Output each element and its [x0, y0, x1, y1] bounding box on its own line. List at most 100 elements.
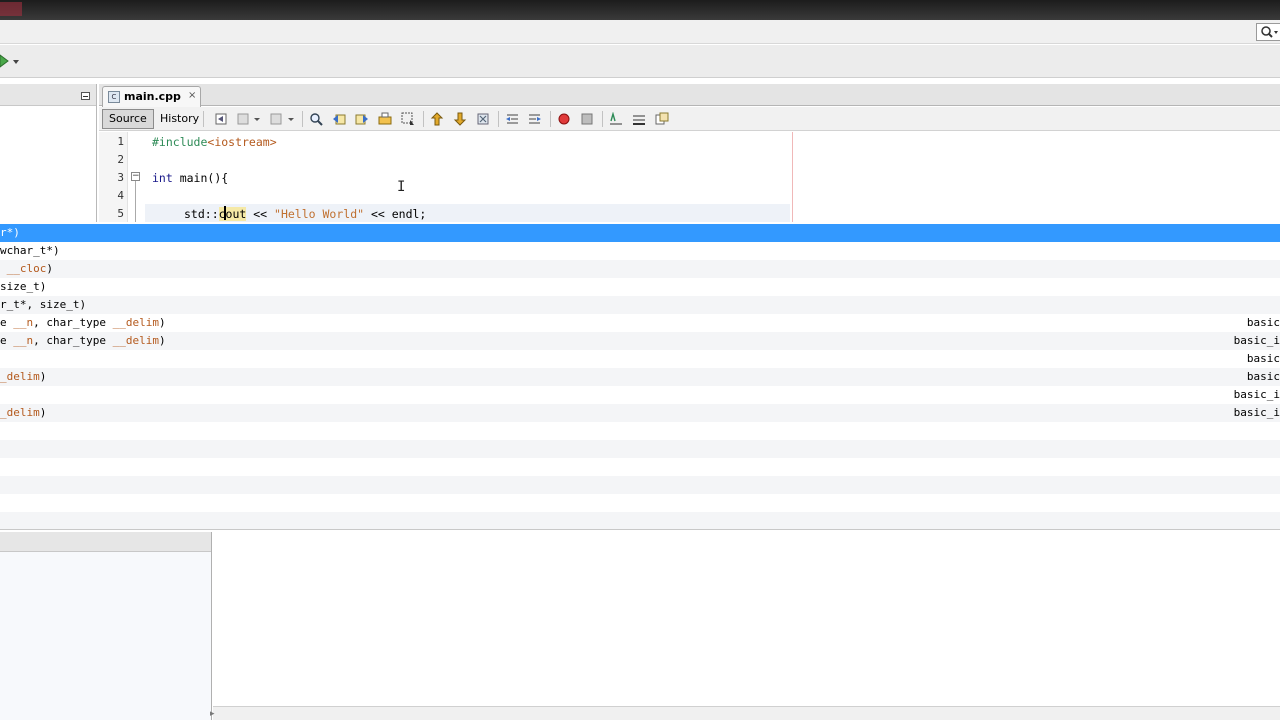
- quick-search-box[interactable]: [1256, 23, 1280, 41]
- signature-text: ): [46, 262, 53, 275]
- completion-item-empty: [0, 476, 1280, 494]
- completion-item-empty: [0, 440, 1280, 458]
- parameter-name: __n: [13, 316, 34, 329]
- signature-text: e: [0, 316, 14, 329]
- toolbar-separator: [302, 111, 303, 127]
- completion-signature: r*): [0, 226, 20, 239]
- navigator-panel-header: [0, 532, 211, 552]
- toolbar-separator: [498, 111, 499, 127]
- completion-item[interactable]: r_t*, size_t): [0, 296, 1280, 314]
- completion-item[interactable]: wchar_t*): [0, 242, 1280, 260]
- completion-signature: r_t*, size_t): [0, 298, 87, 311]
- forward-dropdown-icon[interactable]: [287, 112, 295, 126]
- shift-line-left-icon[interactable]: [505, 112, 519, 126]
- navigator-panel: [0, 532, 212, 720]
- completion-return-type: basic: [1246, 370, 1280, 383]
- completion-item[interactable]: size_t): [0, 278, 1280, 296]
- completion-item[interactable]: e __n, char_type __delim) basic: [0, 314, 1280, 332]
- forward-icon[interactable]: [270, 112, 284, 126]
- status-bar: [213, 706, 1280, 720]
- parameter-name: __n: [13, 334, 34, 347]
- signature-text: ): [158, 334, 166, 347]
- close-tab-icon[interactable]: ×: [188, 90, 196, 101]
- parameter-name: __cloc: [6, 262, 47, 275]
- back-dropdown-icon[interactable]: [253, 112, 261, 126]
- signature-text: ): [39, 406, 47, 419]
- find-previous-icon[interactable]: [332, 112, 346, 126]
- code-completion-popup[interactable]: r*) wchar_t*) __cloc) size_t) r_t*, size…: [0, 224, 1280, 530]
- toggle-highlight-icon[interactable]: [378, 112, 392, 126]
- diff-icon[interactable]: [655, 112, 669, 126]
- search-icon: [1261, 26, 1278, 38]
- completion-return-type: basic_i: [1233, 406, 1280, 419]
- line-number: 2: [117, 153, 124, 166]
- parameter-name: _delim: [0, 370, 40, 383]
- toolbar-separator: [203, 111, 204, 127]
- cpp-file-icon: C: [108, 91, 120, 103]
- keyword-int: int: [152, 171, 173, 185]
- line-number-gutter: 1 2 3 4 5: [99, 132, 128, 222]
- completion-signature: e __n, char_type __delim): [0, 316, 166, 329]
- last-edit-icon[interactable]: [215, 112, 229, 126]
- toolbar-separator: [602, 111, 603, 127]
- history-view-button[interactable]: History: [153, 109, 206, 129]
- string-literal: "Hello World": [274, 207, 365, 221]
- completion-item[interactable]: basic: [0, 350, 1280, 368]
- completion-return-type: basic: [1246, 316, 1280, 329]
- window-title-bar: [0, 0, 1280, 20]
- tab-main-cpp[interactable]: C main.cpp ×: [102, 86, 201, 107]
- toggle-rectangular-selection-icon[interactable]: [401, 112, 415, 126]
- include-header: <iostream>: [207, 135, 277, 149]
- menu-bar: [0, 20, 1280, 44]
- completion-signature: _delim): [0, 370, 46, 383]
- line-number: 4: [117, 189, 124, 202]
- completion-item[interactable]: r*): [0, 224, 1280, 242]
- uncomment-icon[interactable]: [632, 112, 646, 126]
- parameter-name: __delim: [112, 334, 159, 347]
- output-panel: [213, 532, 1280, 720]
- completion-return-type: basic_i: [1233, 334, 1280, 347]
- code-line-1: #include<iostream>: [152, 135, 277, 149]
- completion-item[interactable]: e __n, char_type __delim) basic_i: [0, 332, 1280, 350]
- editor-tab-row: C main.cpp ×: [99, 84, 1280, 107]
- find-icon[interactable]: [309, 112, 323, 126]
- toolbar-separator: [550, 111, 551, 127]
- find-next-icon[interactable]: [355, 112, 369, 126]
- completion-return-type: basic: [1246, 352, 1280, 365]
- back-icon[interactable]: [237, 112, 251, 126]
- completion-item[interactable]: _delim) basic: [0, 368, 1280, 386]
- completion-signature: _delim): [0, 406, 46, 419]
- previous-bookmark-icon[interactable]: [430, 112, 444, 126]
- fold-toggle-icon[interactable]: −: [131, 172, 140, 181]
- line-number: 3: [117, 171, 124, 184]
- minimize-window-button[interactable]: [81, 92, 90, 100]
- stream-operator: <<: [246, 207, 275, 221]
- completion-item-empty: [0, 494, 1280, 512]
- signature-text: [0, 262, 7, 275]
- signature-text: ): [158, 316, 166, 329]
- completion-return-type: basic_i: [1233, 388, 1280, 401]
- next-bookmark-icon[interactable]: [453, 112, 467, 126]
- toggle-bookmark-icon[interactable]: [476, 112, 490, 126]
- shift-line-right-icon[interactable]: [528, 112, 542, 126]
- text-caret: [224, 206, 226, 220]
- completion-signature: wchar_t*): [0, 244, 60, 257]
- app-icon: [0, 2, 22, 16]
- stop-macro-recording-icon[interactable]: [580, 112, 594, 126]
- ibeam-cursor-icon: I: [397, 179, 406, 195]
- signature-text: , char_type: [33, 334, 113, 347]
- tab-label: main.cpp: [124, 90, 181, 103]
- resize-grip-icon[interactable]: ▸: [210, 709, 215, 719]
- completion-item[interactable]: __cloc): [0, 260, 1280, 278]
- line-number: 1: [117, 135, 124, 148]
- identifier-cout: cout: [218, 207, 247, 221]
- comment-icon[interactable]: [609, 112, 623, 126]
- run-project-icon[interactable]: [0, 53, 22, 69]
- completion-item[interactable]: basic_i: [0, 386, 1280, 404]
- toolbar-separator: [423, 111, 424, 127]
- main-signature: main(){: [172, 171, 229, 185]
- source-view-button[interactable]: Source: [102, 109, 154, 129]
- completion-item[interactable]: _delim) basic_i: [0, 404, 1280, 422]
- start-macro-recording-icon[interactable]: [557, 112, 571, 126]
- code-line-3: int main(){: [152, 171, 228, 185]
